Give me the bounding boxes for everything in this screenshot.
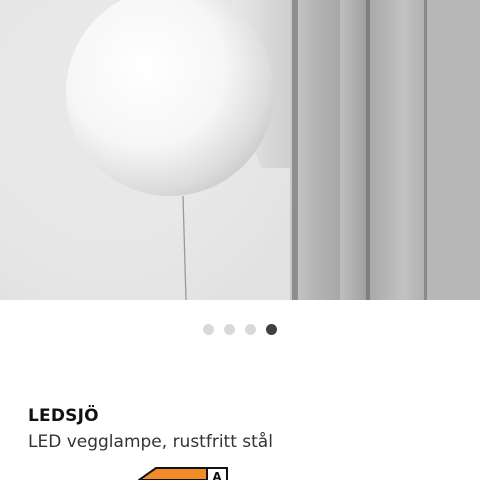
product-name: LEDSJÖ — [28, 406, 99, 426]
carousel-pagination — [0, 324, 480, 336]
energy-arrow-icon — [138, 467, 208, 480]
energy-grade: A — [206, 467, 228, 480]
energy-label[interactable]: A — [138, 467, 230, 480]
wall-lamp-photo — [0, 0, 480, 300]
product-description: LED vegglampe, rustfritt stål — [28, 432, 273, 452]
carousel-dot[interactable] — [224, 324, 235, 335]
carousel-dot[interactable] — [203, 324, 214, 335]
carousel-dot-active[interactable] — [266, 324, 277, 335]
carousel-dot[interactable] — [245, 324, 256, 335]
product-image[interactable] — [0, 0, 480, 300]
